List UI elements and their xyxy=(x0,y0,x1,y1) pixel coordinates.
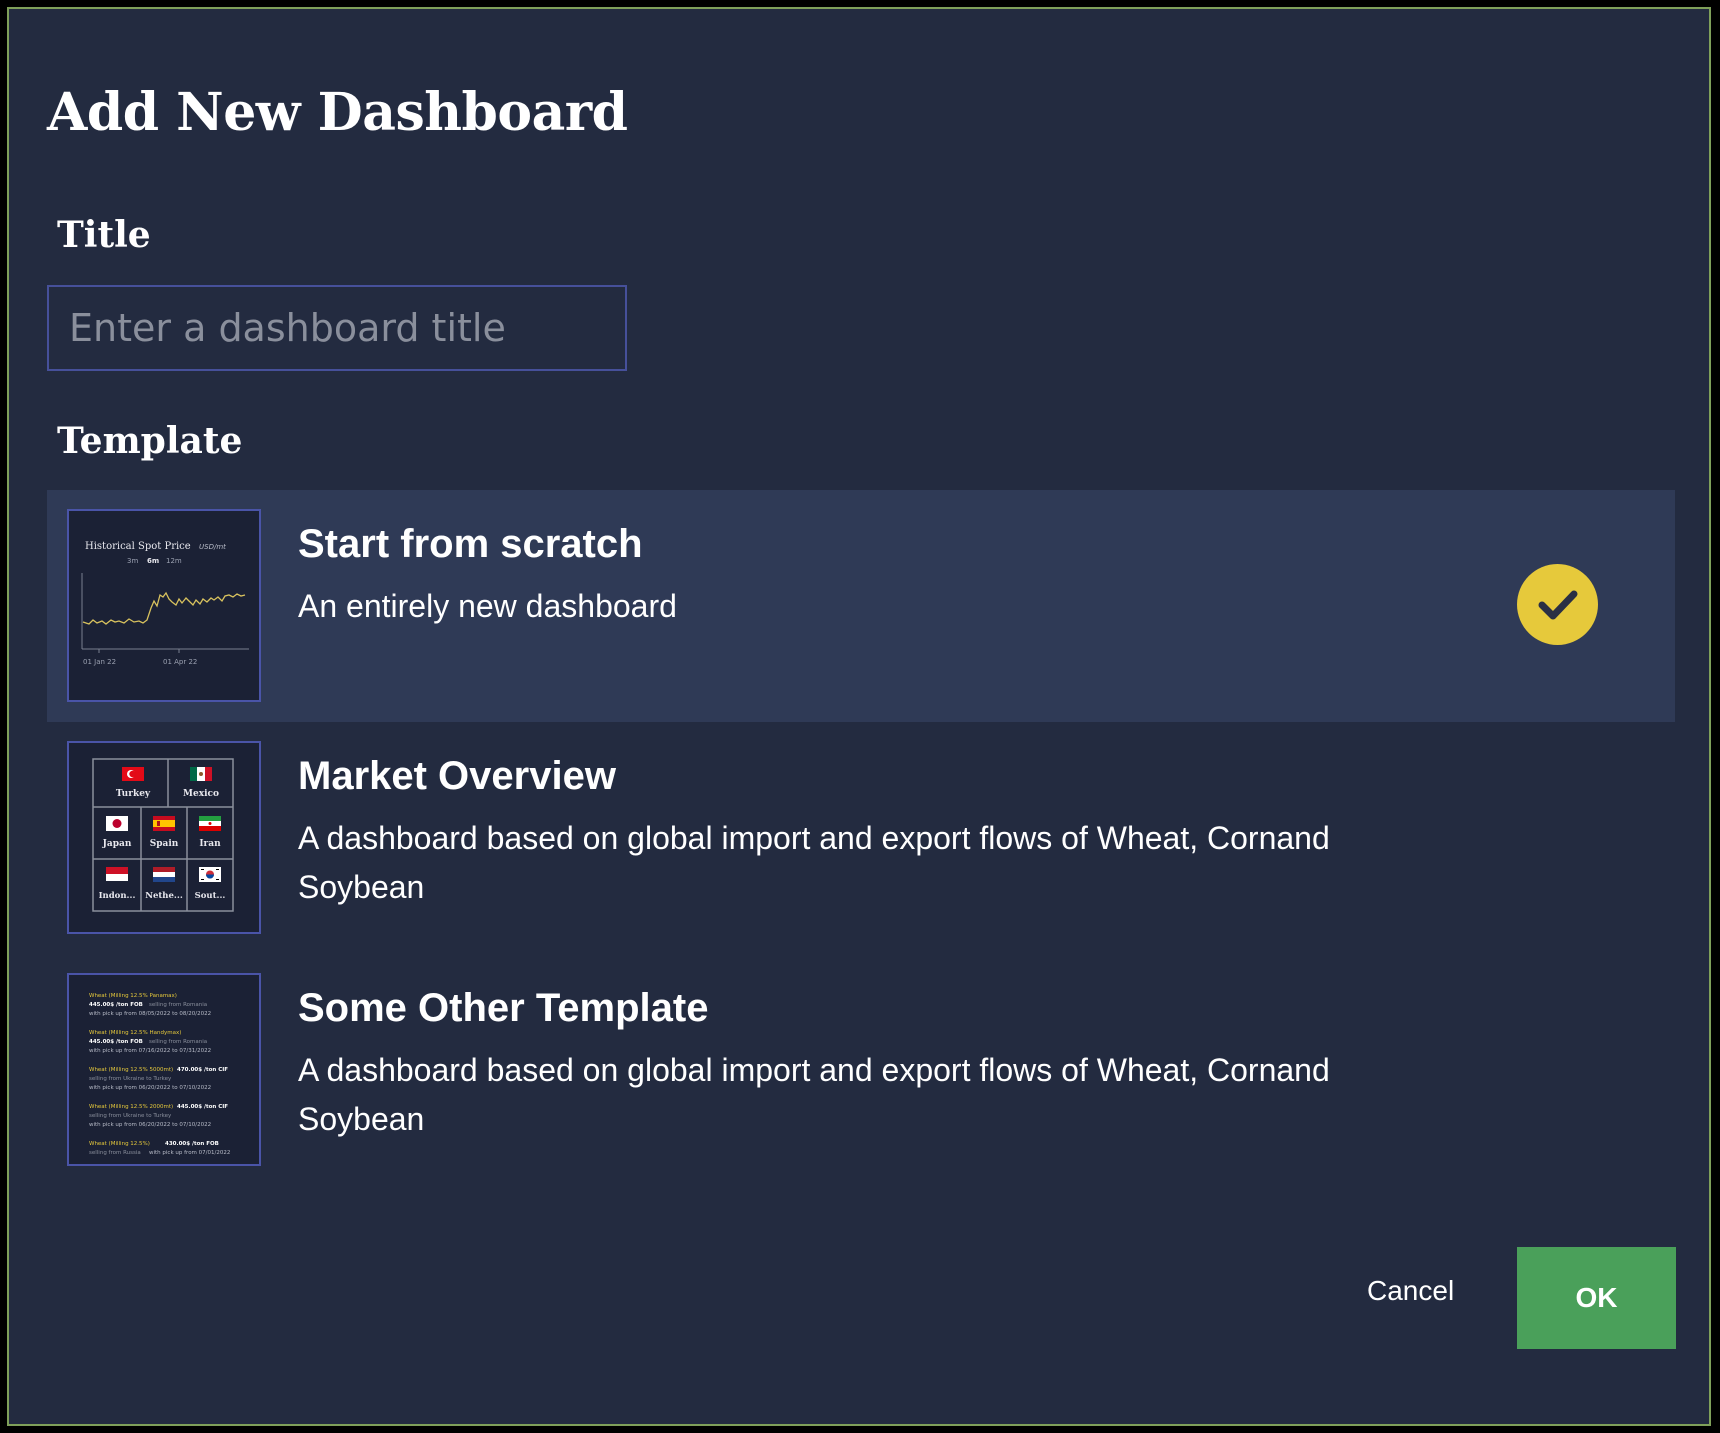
template-thumbnail-offers: Wheat (Milling 12.5% Panamax) 445.00$ /t… xyxy=(67,973,261,1166)
offer-price: 445.00$ /ton CIF xyxy=(177,1104,228,1110)
thumb-chart-unit: USD/mt xyxy=(199,543,226,551)
offer-entry: Wheat (Milling 12.5% 5000mt) 470.00$ /to… xyxy=(89,1067,228,1091)
dialog-heading: Add New Dashboard xyxy=(47,82,628,143)
cancel-button[interactable]: Cancel xyxy=(1357,1269,1464,1313)
template-name: Some Other Template xyxy=(298,986,709,1030)
template-option-market-overview[interactable]: Turkey Mexico Japan Spain Iran Indon... … xyxy=(47,722,1675,954)
country-label-japan: Japan xyxy=(102,839,132,849)
title-label: Title xyxy=(57,214,151,256)
offer-product: Wheat (Milling 12.5%) xyxy=(89,1141,150,1147)
offer-price: 445.00$ /ton FOB xyxy=(89,1039,143,1045)
template-thumbnail-country-grid: Turkey Mexico Japan Spain Iran Indon... … xyxy=(67,741,261,934)
offer-entry: Wheat (Milling 12.5% 2000mt) 445.00$ /to… xyxy=(89,1104,228,1128)
offer-price: 445.00$ /ton FOB xyxy=(89,1002,143,1008)
template-option-other[interactable]: Wheat (Milling 12.5% Panamax) 445.00$ /t… xyxy=(47,954,1675,1186)
country-label-turkey: Turkey xyxy=(116,789,151,799)
spain-flag-icon xyxy=(153,816,175,831)
offer-dates: with pick up from 06/20/2022 to 07/10/20… xyxy=(89,1085,211,1091)
template-list: Historical Spot Price USD/mt 3m 6m 12m 0… xyxy=(47,490,1675,1186)
offer-route: selling from Ukraine to Turkey xyxy=(89,1076,172,1082)
add-dashboard-dialog: Add New Dashboard Title Template Histori… xyxy=(7,7,1711,1426)
template-name: Market Overview xyxy=(298,754,616,798)
mexico-flag-icon xyxy=(190,767,212,781)
offer-route: selling from Russia xyxy=(89,1150,141,1156)
offer-dates: with pick up from 07/01/2022 xyxy=(149,1150,230,1156)
country-label-netherlands: Nethe... xyxy=(145,891,183,901)
country-label-south-korea: Sout... xyxy=(195,891,226,901)
title-input[interactable] xyxy=(47,285,627,371)
template-option-scratch[interactable]: Historical Spot Price USD/mt 3m 6m 12m 0… xyxy=(47,490,1675,722)
offer-price: 470.00$ /ton CIF xyxy=(177,1067,228,1073)
offer-price: 430.00$ /ton FOB xyxy=(165,1141,219,1147)
offer-dates: with pick up from 06/20/2022 to 07/10/20… xyxy=(89,1122,211,1128)
iran-flag-icon xyxy=(199,816,221,831)
template-label: Template xyxy=(57,420,243,462)
offer-route: selling from Romania xyxy=(149,1002,207,1008)
turkey-flag-icon xyxy=(122,767,144,781)
thumb-x-label-apr: 01 Apr 22 xyxy=(163,658,197,666)
thumb-range-6m: 6m xyxy=(147,557,159,565)
country-label-iran: Iran xyxy=(199,839,221,849)
template-description: An entirely new dashboard xyxy=(298,588,677,624)
country-label-indonesia: Indon... xyxy=(99,891,136,901)
netherlands-flag-icon xyxy=(153,867,175,882)
thumb-range-12m: 12m xyxy=(166,557,182,565)
offer-product: Wheat (Milling 12.5% Handymax) xyxy=(89,1030,181,1036)
selected-check-icon xyxy=(1517,564,1598,645)
country-label-mexico: Mexico xyxy=(183,789,219,799)
country-label-spain: Spain xyxy=(150,839,179,849)
offer-entry: Wheat (Milling 12.5%) 430.00$ /ton FOB s… xyxy=(89,1141,230,1156)
offer-product: Wheat (Milling 12.5% 2000mt) xyxy=(89,1104,173,1110)
offer-dates: with pick up from 08/05/2022 to 08/20/20… xyxy=(89,1011,211,1017)
offer-entry: Wheat (Milling 12.5% Panamax) 445.00$ /t… xyxy=(89,993,211,1017)
template-name: Start from scratch xyxy=(298,522,643,566)
template-thumbnail-spot-price: Historical Spot Price USD/mt 3m 6m 12m 0… xyxy=(67,509,261,702)
thumb-chart-title: Historical Spot Price xyxy=(85,541,191,552)
offer-route: selling from Ukraine to Turkey xyxy=(89,1113,172,1119)
thumb-range-3m: 3m xyxy=(127,557,138,565)
south-korea-flag-icon xyxy=(199,867,221,882)
thumb-x-label-jan: 01 Jan 22 xyxy=(83,658,116,666)
offer-product: Wheat (Milling 12.5% Panamax) xyxy=(89,993,177,999)
offer-product: Wheat (Milling 12.5% 5000mt) xyxy=(89,1067,173,1073)
offer-route: selling from Romania xyxy=(149,1039,207,1045)
offer-dates: with pick up from 07/16/2022 to 07/31/20… xyxy=(89,1048,211,1054)
japan-flag-icon xyxy=(106,816,128,831)
thumb-price-line xyxy=(82,591,246,625)
offer-entry: Wheat (Milling 12.5% Handymax) 445.00$ /… xyxy=(89,1030,211,1054)
ok-button[interactable]: OK xyxy=(1517,1247,1676,1349)
template-description: A dashboard based on global import and e… xyxy=(298,1052,1330,1137)
indonesia-flag-icon xyxy=(106,867,128,881)
template-description: A dashboard based on global import and e… xyxy=(298,820,1330,905)
